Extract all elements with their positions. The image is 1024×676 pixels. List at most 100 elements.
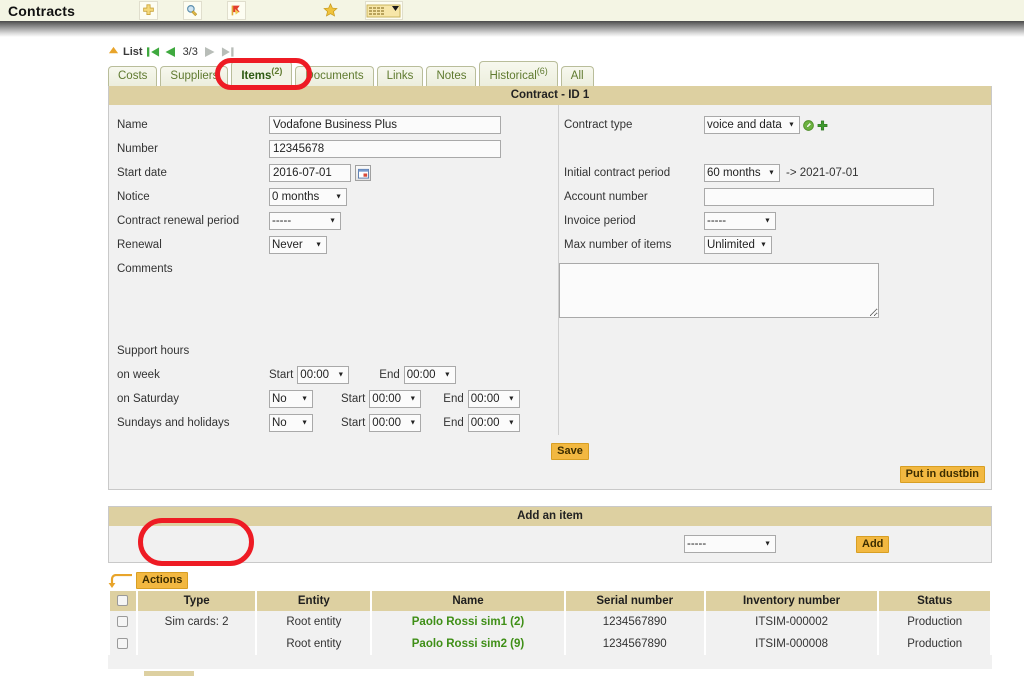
field-name: Name [117, 113, 558, 137]
tab-notes[interactable]: Notes [426, 66, 477, 86]
tab-historical-count: (6) [536, 66, 548, 77]
sunday-end-select[interactable]: 00:00 [467, 414, 520, 432]
number-input[interactable] [269, 140, 501, 158]
actions-row: Actions [108, 571, 1024, 589]
add-icon[interactable] [139, 1, 159, 20]
saturday-end-label: End [443, 393, 464, 405]
up-chevron-icon[interactable] [108, 45, 119, 59]
tab-bar: Costs Suppliers Items(2) Documents Links… [108, 61, 1024, 86]
renewal-select[interactable]: Never [269, 236, 327, 254]
search-icon[interactable] [183, 1, 203, 20]
items-table-wrapper: Type Entity Name Serial number Inventory… [108, 591, 992, 676]
tab-documents[interactable]: Documents [295, 66, 374, 86]
week-start-select[interactable]: 00:00 [297, 366, 350, 384]
notice-label: Notice [117, 191, 150, 203]
name-input[interactable] [269, 116, 501, 134]
last-page-icon[interactable] [221, 46, 234, 58]
tab-suppliers-label: Suppliers [170, 70, 219, 82]
calendar-icon[interactable] [355, 165, 371, 181]
column-header-serial-number[interactable]: Serial number [565, 591, 704, 611]
table-row[interactable]: Root entity Paolo Rossi sim2 (9) 1234567… [110, 633, 990, 655]
field-number: Number [117, 137, 558, 161]
saturday-enabled-select[interactable]: No [269, 390, 313, 408]
list-link[interactable]: List [123, 46, 143, 58]
row-checkbox[interactable] [117, 616, 129, 628]
saturday-end-select[interactable]: 00:00 [467, 390, 520, 408]
list-view-icon[interactable] [365, 1, 404, 20]
tab-all[interactable]: All [560, 66, 594, 86]
add-button[interactable]: Add [856, 535, 890, 553]
support-saturday-row: on Saturday No Start 00:00 End [117, 387, 558, 411]
next-page-icon[interactable] [204, 46, 217, 58]
week-start-label: Start [269, 369, 294, 381]
header-icon-group-2 [321, 1, 404, 20]
column-header-status[interactable]: Status [879, 591, 990, 611]
bookmark-icon[interactable] [227, 1, 247, 20]
support-sunday-label: Sundays and holidays [117, 417, 230, 429]
contract-left-column: Name Number Start date [109, 105, 558, 435]
account-number-input[interactable] [703, 188, 934, 206]
tab-historical-label: Historical [489, 70, 537, 82]
record-counter: 3/3 [182, 46, 198, 58]
tab-all-label: All [570, 70, 584, 82]
contract-type-select[interactable]: voice and data [703, 116, 800, 134]
add-item-body: ----- Add [109, 526, 991, 562]
week-end-select[interactable]: 00:00 [403, 366, 456, 384]
invoice-period-select[interactable]: ----- [703, 212, 776, 230]
start-date-input[interactable] [269, 164, 351, 182]
save-button[interactable]: Save [551, 443, 589, 460]
table-row[interactable]: Sim cards: 2 Root entity Paolo Rossi sim… [110, 611, 990, 633]
first-page-icon[interactable] [146, 46, 160, 58]
contract-right-column: Contract type voice and data ▼ Initial c… [557, 105, 991, 435]
tab-items[interactable]: Items(2) [231, 61, 293, 86]
saturday-start-select[interactable]: 00:00 [369, 390, 422, 408]
favorite-star-icon[interactable] [321, 1, 340, 20]
app-header: Contracts [0, 0, 1024, 21]
tab-suppliers[interactable]: Suppliers [160, 66, 229, 86]
notice-select[interactable]: 0 months [269, 188, 347, 206]
tab-costs[interactable]: Costs [108, 66, 158, 86]
bottom-actions-button-partial[interactable] [144, 671, 194, 676]
initial-period-select[interactable]: 60 months [703, 164, 780, 182]
column-header-name[interactable]: Name [372, 591, 564, 611]
cell-name-link[interactable]: Paolo Rossi sim1 (2) [372, 611, 564, 633]
table-header-row: Type Entity Name Serial number Inventory… [110, 591, 990, 611]
row-checkbox-cell[interactable] [110, 633, 136, 655]
row-checkbox-cell[interactable] [110, 611, 136, 633]
comments-textarea[interactable] [558, 263, 879, 318]
cell-type: Sim cards: 2 [137, 611, 256, 633]
edit-pencil-icon[interactable] [803, 119, 814, 131]
sunday-enabled-select[interactable]: No [269, 414, 313, 432]
add-plus-icon[interactable] [817, 120, 828, 131]
cell-inventory-number: ITSIM-000002 [705, 611, 878, 633]
dustbin-row: Put in dustbin [109, 460, 991, 489]
support-sunday-row: Sundays and holidays No Start 00:00 End [117, 411, 558, 435]
max-items-label: Max number of items [563, 239, 672, 251]
row-checkbox[interactable] [117, 638, 129, 650]
contract-type-label: Contract type [563, 119, 633, 131]
select-all-checkbox[interactable] [117, 595, 129, 607]
tab-items-count: (2) [271, 66, 283, 77]
column-header-inventory-number[interactable]: Inventory number [705, 591, 878, 611]
week-end-label: End [379, 369, 400, 381]
cell-name-link[interactable]: Paolo Rossi sim2 (9) [372, 633, 564, 655]
field-invoice-period: Invoice period ----- [559, 209, 991, 233]
tab-links[interactable]: Links [376, 66, 424, 86]
max-items-select[interactable]: Unlimited [703, 236, 772, 254]
field-account-number: Account number [559, 185, 991, 209]
tab-historical[interactable]: Historical(6) [479, 61, 558, 86]
actions-button[interactable]: Actions [136, 572, 189, 589]
put-in-dustbin-button[interactable]: Put in dustbin [899, 466, 985, 483]
sunday-start-select[interactable]: 00:00 [369, 414, 422, 432]
column-header-entity[interactable]: Entity [257, 591, 371, 611]
renewal-period-select[interactable]: ----- [269, 212, 341, 230]
support-saturday-label: on Saturday [117, 393, 180, 405]
column-header-type[interactable]: Type [137, 591, 256, 611]
select-all-header[interactable] [110, 591, 136, 611]
cell-inventory-number: ITSIM-000008 [705, 633, 878, 655]
field-contract-type: Contract type voice and data [559, 113, 991, 137]
field-start-date: Start date [117, 161, 558, 185]
add-item-select[interactable]: ----- [684, 535, 776, 553]
field-renewal: Renewal Never [117, 233, 558, 257]
previous-page-icon[interactable] [164, 46, 177, 58]
